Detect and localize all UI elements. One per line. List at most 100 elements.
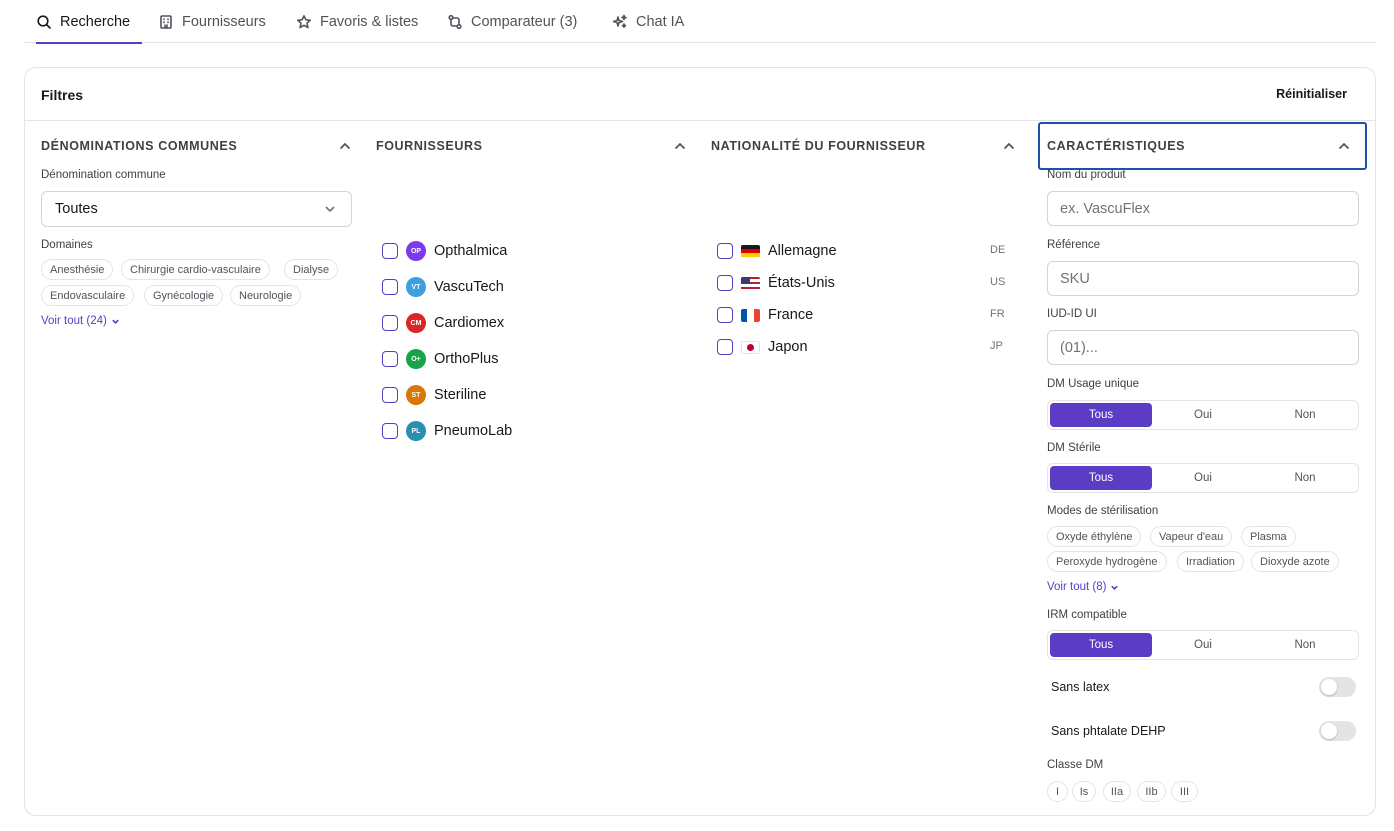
class-chip[interactable]: III xyxy=(1171,781,1198,802)
chevron-up-icon[interactable] xyxy=(1337,139,1351,153)
checkbox[interactable] xyxy=(382,351,398,367)
segment-non[interactable]: Non xyxy=(1254,403,1356,427)
filters-header: Filtres Réinitialiser xyxy=(25,68,1375,121)
nationality-row-de[interactable]: Allemagne xyxy=(717,240,837,262)
single-use-label: DM Usage unique xyxy=(1047,378,1140,390)
supplier-label: Cardiomex xyxy=(434,315,505,331)
checkbox[interactable] xyxy=(717,275,733,291)
segment-oui[interactable]: Oui xyxy=(1152,403,1254,427)
class-chip[interactable]: IIb xyxy=(1137,781,1166,802)
tab-chat-ia[interactable]: Chat IA xyxy=(612,0,684,43)
domain-chip[interactable]: Neurologie xyxy=(230,285,302,306)
building-icon xyxy=(160,14,172,29)
nationality-label: Japon xyxy=(768,339,808,355)
supplier-label: PneumoLab xyxy=(434,423,513,439)
segment-oui[interactable]: Oui xyxy=(1152,633,1254,657)
section-header-characteristics[interactable]: CARACTÉRISTIQUES xyxy=(1047,122,1351,170)
supplier-row[interactable]: PL PneumoLab xyxy=(382,420,512,442)
class-chip[interactable]: IIa xyxy=(1103,781,1131,802)
flag-france-icon xyxy=(741,308,760,322)
supplier-label: OrthoPlus xyxy=(434,351,499,367)
section-header-suppliers[interactable]: FOURNISSEURS xyxy=(376,122,687,170)
dehp-free-toggle[interactable] xyxy=(1319,721,1356,741)
supplier-row[interactable]: CM Cardiomex xyxy=(382,312,504,334)
section-title: NATIONALITÉ DU FOURNISSEUR xyxy=(711,139,926,153)
tab-label: Chat IA xyxy=(636,13,685,30)
checkbox[interactable] xyxy=(717,307,733,323)
tab-favoris[interactable]: Favoris & listes xyxy=(296,0,418,43)
domain-chip[interactable]: Endovasculaire xyxy=(41,285,135,306)
sterilization-chip[interactable]: Oxyde éthylène xyxy=(1047,526,1142,547)
sterilization-chip[interactable]: Plasma xyxy=(1241,526,1296,547)
domain-chip[interactable]: Chirurgie cardio-vasculaire xyxy=(121,259,270,280)
nationality-row-jp[interactable]: Japon xyxy=(717,336,808,358)
segment-tous[interactable]: Tous xyxy=(1050,633,1152,657)
class-chip[interactable]: Is xyxy=(1072,781,1096,802)
checkbox[interactable] xyxy=(717,243,733,259)
tab-label: Favoris & listes xyxy=(320,13,419,30)
segment-tous[interactable]: Tous xyxy=(1050,466,1152,490)
supplier-avatar: CM xyxy=(406,313,426,333)
single-use-segmented: Tous Oui Non xyxy=(1047,400,1359,430)
tab-label: Comparateur (3) xyxy=(471,13,578,30)
filters-title: Filtres xyxy=(41,87,84,103)
sterile-segmented: Tous Oui Non xyxy=(1047,463,1359,493)
latex-free-toggle[interactable] xyxy=(1319,677,1356,697)
section-title: FOURNISSEURS xyxy=(376,139,483,153)
checkbox[interactable] xyxy=(382,315,398,331)
checkbox[interactable] xyxy=(382,279,398,295)
country-code: DE xyxy=(990,244,1006,256)
sterilization-chip[interactable]: Dioxyde azote xyxy=(1251,551,1339,572)
checkbox[interactable] xyxy=(382,243,398,259)
checkbox[interactable] xyxy=(382,387,398,403)
segment-oui[interactable]: Oui xyxy=(1152,466,1254,490)
nationality-row-fr[interactable]: France xyxy=(717,304,813,326)
denomination-select[interactable]: Toutes xyxy=(41,191,352,227)
sterilization-label: Modes de stérilisation xyxy=(1047,505,1159,517)
nationality-row-us[interactable]: États-Unis xyxy=(717,272,835,294)
domains-see-all[interactable]: Voir tout (24) xyxy=(41,315,120,327)
mri-segmented: Tous Oui Non xyxy=(1047,630,1359,660)
supplier-label: VascuTech xyxy=(434,279,504,295)
supplier-label: Opthalmica xyxy=(434,243,508,259)
country-code: US xyxy=(990,276,1006,288)
section-header-denominations[interactable]: DÉNOMINATIONS COMMUNES xyxy=(41,122,352,170)
section-header-nationality[interactable]: NATIONALITÉ DU FOURNISSEUR xyxy=(711,122,1016,170)
checkbox[interactable] xyxy=(382,423,398,439)
reference-label: Référence xyxy=(1047,239,1101,251)
compare-icon xyxy=(448,14,462,29)
class-chip[interactable]: I xyxy=(1047,781,1068,802)
udi-input[interactable] xyxy=(1047,330,1359,365)
supplier-row[interactable]: OP Opthalmica xyxy=(382,240,507,262)
nationality-label: Allemagne xyxy=(768,243,837,259)
segment-tous[interactable]: Tous xyxy=(1050,403,1152,427)
sterilization-chip[interactable]: Peroxyde hydrogène xyxy=(1047,551,1167,572)
tab-recherche[interactable]: Recherche xyxy=(36,0,142,44)
star-icon xyxy=(296,14,311,28)
checkbox[interactable] xyxy=(717,339,733,355)
supplier-avatar: OP xyxy=(406,241,426,261)
chevron-up-icon[interactable] xyxy=(673,139,687,153)
segment-non[interactable]: Non xyxy=(1254,466,1356,490)
supplier-avatar: O+ xyxy=(406,349,426,369)
tab-comparateur[interactable]: Comparateur (3) xyxy=(447,0,577,43)
sterilization-see-all[interactable]: Voir tout (8) xyxy=(1047,581,1119,593)
chevron-up-icon[interactable] xyxy=(338,139,352,153)
sterilization-chip[interactable]: Irradiation xyxy=(1177,551,1244,572)
supplier-row[interactable]: O+ OrthoPlus xyxy=(382,348,498,370)
sterilization-chip[interactable]: Vapeur d'eau xyxy=(1150,526,1233,547)
domain-chip[interactable]: Anesthésie xyxy=(41,259,114,280)
supplier-row[interactable]: VT VascuTech xyxy=(382,276,504,298)
nationality-label: États-Unis xyxy=(768,275,835,291)
reset-button[interactable]: Réinitialiser xyxy=(1276,87,1347,101)
supplier-label: Steriline xyxy=(434,387,487,403)
domain-chip[interactable]: Dialyse xyxy=(284,259,339,280)
supplier-row[interactable]: ST Steriline xyxy=(382,384,486,406)
product-name-input[interactable] xyxy=(1047,191,1359,226)
reference-input[interactable] xyxy=(1047,261,1359,296)
domain-chip[interactable]: Gynécologie xyxy=(144,285,224,306)
chevron-up-icon[interactable] xyxy=(1002,139,1016,153)
segment-non[interactable]: Non xyxy=(1254,633,1356,657)
dehp-free-row: Sans phtalate DEHP xyxy=(1051,720,1356,742)
tab-fournisseurs[interactable]: Fournisseurs xyxy=(158,0,266,43)
